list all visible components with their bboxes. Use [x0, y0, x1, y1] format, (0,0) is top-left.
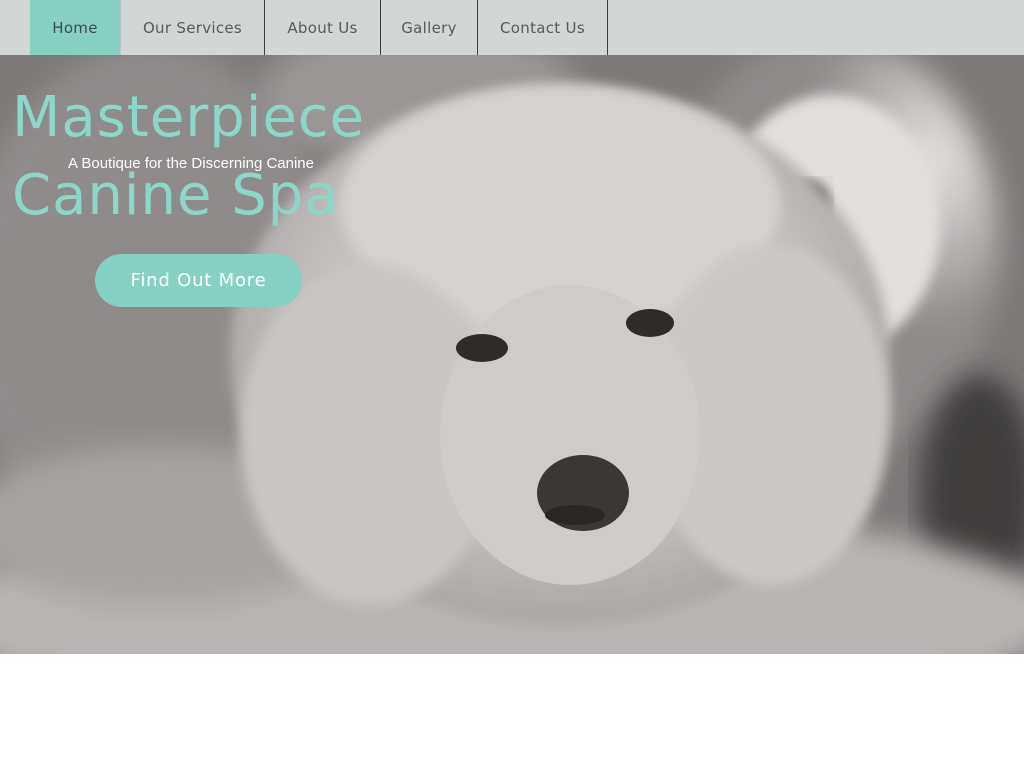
nav-item-home[interactable]: Home: [30, 0, 121, 55]
hero-title-line2: Canine Spa: [12, 163, 340, 228]
nav-item-contact-us[interactable]: Contact Us: [478, 0, 608, 55]
hero-section: Masterpiece Canine Spa A Boutique for th…: [0, 55, 1024, 654]
nav-item-gallery[interactable]: Gallery: [381, 0, 478, 55]
hero-tagline: A Boutique for the Discerning Canine: [68, 155, 314, 172]
main-navigation: Home Our Services About Us Gallery Conta…: [0, 0, 1024, 55]
page-content-area: [0, 654, 1024, 768]
find-out-more-button[interactable]: Find Out More: [95, 254, 302, 307]
hero-title-line1: Masterpiece: [12, 85, 366, 150]
nav-item-our-services[interactable]: Our Services: [121, 0, 265, 55]
nav-item-about-us[interactable]: About Us: [265, 0, 381, 55]
nav-list: Home Our Services About Us Gallery Conta…: [30, 0, 608, 55]
